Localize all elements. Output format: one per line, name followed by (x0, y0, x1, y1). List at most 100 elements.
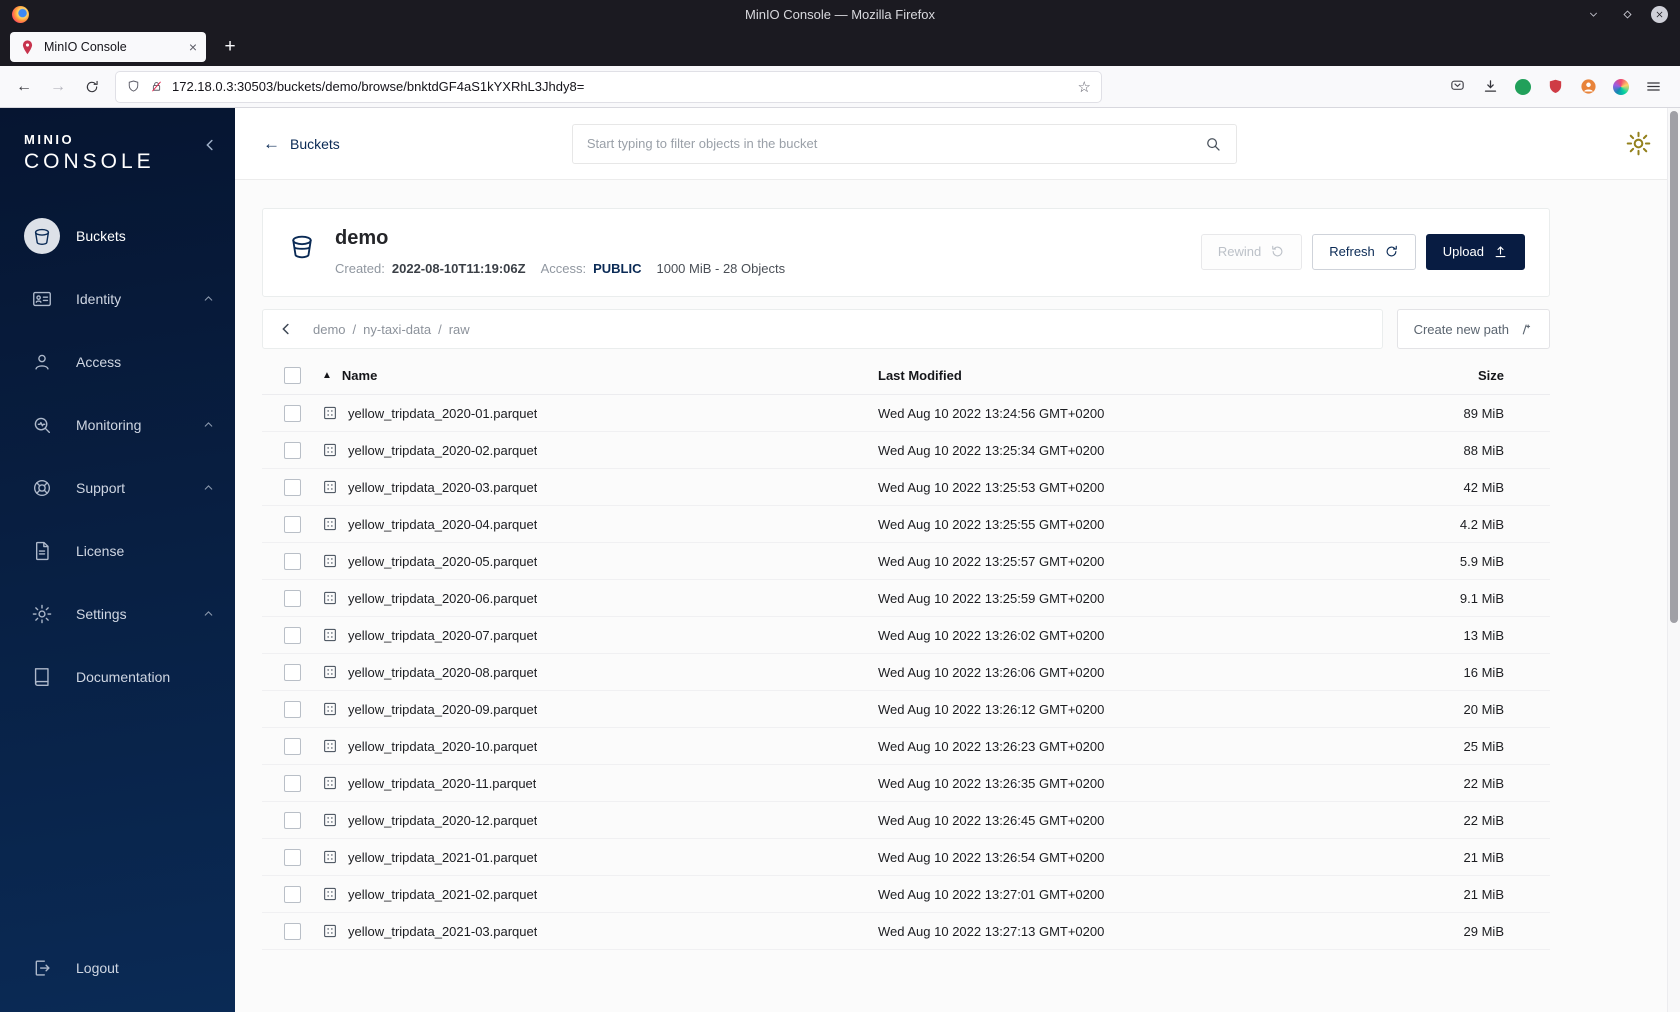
row-checkbox[interactable] (283, 922, 301, 940)
sidebar-item-settings[interactable]: Settings (0, 582, 235, 645)
forward-button[interactable]: → (44, 73, 72, 101)
object-row[interactable]: yellow_tripdata_2021-02.parquet Wed Aug … (262, 876, 1550, 913)
browser-toolbar: ← → 172.18.0.3:30503/buckets/demo/browse… (0, 66, 1680, 108)
column-header-name[interactable]: ▲ Name (322, 368, 878, 383)
ublock-shield-icon[interactable] (1547, 78, 1564, 95)
parquet-file-icon (322, 590, 338, 606)
new-tab-button[interactable]: + (216, 36, 244, 58)
breadcrumb-bucket[interactable]: demo (313, 322, 346, 337)
pocket-save-icon[interactable] (1449, 78, 1466, 95)
path-back-chevron-icon[interactable] (277, 320, 295, 338)
back-to-buckets-link[interactable]: ← Buckets (263, 134, 340, 154)
row-checkbox[interactable] (283, 515, 301, 533)
row-checkbox[interactable] (283, 774, 301, 792)
tab-close-icon[interactable]: × (189, 40, 197, 54)
sidebar-item-support[interactable]: Support (0, 456, 235, 519)
parquet-file-icon (322, 442, 338, 458)
object-name: yellow_tripdata_2020-04.parquet (348, 516, 538, 532)
object-filter-search[interactable] (571, 123, 1237, 164)
downloads-icon[interactable] (1482, 78, 1499, 95)
row-checkbox[interactable] (283, 811, 301, 829)
object-name: yellow_tripdata_2020-03.parquet (348, 479, 538, 495)
search-input[interactable] (586, 136, 1204, 151)
window-title: MinIO Console — Mozilla Firefox (745, 6, 935, 22)
breadcrumb-current[interactable]: raw (449, 322, 470, 337)
refresh-button[interactable]: Refresh (1312, 233, 1416, 270)
row-checkbox[interactable] (283, 626, 301, 644)
refresh-icon (1386, 245, 1397, 257)
tracking-protection-shield-icon[interactable] (126, 79, 141, 94)
object-row[interactable]: yellow_tripdata_2020-05.parquet Wed Aug … (262, 543, 1550, 580)
back-button[interactable]: ← (10, 73, 38, 101)
window-close-button[interactable] (1651, 5, 1668, 23)
url-text[interactable]: 172.18.0.3:30503/buckets/demo/browse/bnk… (172, 79, 1070, 94)
menu-hamburger-icon[interactable] (1645, 78, 1662, 95)
access-person-icon (24, 344, 60, 380)
row-checkbox[interactable] (283, 848, 301, 866)
object-last-modified: Wed Aug 10 2022 13:25:34 GMT+0200 (878, 442, 1105, 458)
parquet-file-icon (322, 849, 338, 865)
object-row[interactable]: yellow_tripdata_2020-03.parquet Wed Aug … (262, 469, 1550, 506)
object-row[interactable]: yellow_tripdata_2020-09.parquet Wed Aug … (262, 691, 1550, 728)
sidebar-collapse-chevron-icon[interactable] (201, 136, 219, 159)
url-bar[interactable]: 172.18.0.3:30503/buckets/demo/browse/bnk… (116, 71, 1101, 102)
object-size: 21 MiB (1463, 849, 1504, 865)
access-label: Access: (540, 261, 587, 276)
sidebar-item-buckets[interactable]: Buckets (0, 204, 235, 267)
bucket-summary-card: demo Created: 2022-08-10T11:19:06Z Acces… (262, 208, 1550, 297)
sidebar-item-documentation[interactable]: Documentation (0, 645, 235, 708)
upload-button[interactable]: Upload (1425, 233, 1525, 270)
row-checkbox[interactable] (283, 478, 301, 496)
scrollbar-thumb[interactable] (1670, 111, 1678, 623)
create-new-path-button[interactable]: Create new path (1396, 309, 1550, 349)
object-last-modified: Wed Aug 10 2022 13:25:57 GMT+0200 (878, 553, 1105, 569)
row-checkbox[interactable] (283, 663, 301, 681)
object-row[interactable]: yellow_tripdata_2020-11.parquet Wed Aug … (262, 765, 1550, 802)
row-checkbox[interactable] (283, 737, 301, 755)
sidebar-item-logout[interactable]: Logout (0, 946, 235, 990)
object-row[interactable]: yellow_tripdata_2020-08.parquet Wed Aug … (262, 654, 1550, 691)
row-checkbox[interactable] (283, 885, 301, 903)
row-checkbox[interactable] (283, 700, 301, 718)
object-name: yellow_tripdata_2020-02.parquet (348, 442, 538, 458)
object-last-modified: Wed Aug 10 2022 13:27:01 GMT+0200 (878, 886, 1105, 902)
object-row[interactable]: yellow_tripdata_2020-02.parquet Wed Aug … (262, 432, 1550, 469)
column-header-size: Size (1477, 368, 1504, 383)
object-row[interactable]: yellow_tripdata_2020-04.parquet Wed Aug … (262, 506, 1550, 543)
bucket-size-objects: 1000 MiB - 28 Objects (656, 261, 786, 276)
row-checkbox[interactable] (283, 404, 301, 422)
parquet-file-icon (322, 664, 338, 680)
sidebar-item-monitoring[interactable]: Monitoring (0, 393, 235, 456)
support-lifebuoy-icon (24, 470, 60, 506)
sidebar-item-license[interactable]: License (0, 519, 235, 582)
extension-green-icon[interactable] (1515, 78, 1531, 95)
parquet-file-icon (322, 627, 338, 643)
reload-button[interactable] (78, 73, 106, 101)
row-checkbox[interactable] (283, 589, 301, 607)
breadcrumb-folder[interactable]: ny-taxi-data (363, 322, 431, 337)
documentation-book-icon (24, 659, 60, 695)
object-row[interactable]: yellow_tripdata_2020-10.parquet Wed Aug … (262, 728, 1550, 765)
bookmark-star-icon[interactable]: ☆ (1078, 78, 1091, 96)
rewind-button[interactable]: Rewind (1200, 233, 1303, 270)
object-row[interactable]: yellow_tripdata_2021-03.parquet Wed Aug … (262, 913, 1550, 950)
object-row[interactable]: yellow_tripdata_2020-01.parquet Wed Aug … (262, 395, 1550, 432)
window-maximize-button[interactable] (1617, 4, 1637, 24)
sidebar-item-access[interactable]: Access (0, 330, 235, 393)
object-row[interactable]: yellow_tripdata_2020-06.parquet Wed Aug … (262, 580, 1550, 617)
row-checkbox[interactable] (283, 552, 301, 570)
insecure-lock-icon[interactable] (149, 79, 164, 94)
account-avatar-icon[interactable] (1580, 78, 1597, 95)
sidebar-item-identity[interactable]: Identity (0, 267, 235, 330)
row-checkbox[interactable] (283, 441, 301, 459)
browser-settings-gear-icon[interactable] (1625, 130, 1652, 157)
select-all-checkbox[interactable] (283, 367, 301, 384)
object-name: yellow_tripdata_2020-11.parquet (348, 775, 537, 791)
browser-tab-minio-console[interactable]: MinIO Console × (10, 32, 206, 62)
scrollbar-track[interactable] (1667, 108, 1680, 1012)
window-minimize-button[interactable] (1583, 4, 1603, 24)
extension-pinwheel-icon[interactable] (1613, 78, 1629, 95)
object-row[interactable]: yellow_tripdata_2021-01.parquet Wed Aug … (262, 839, 1550, 876)
object-row[interactable]: yellow_tripdata_2020-07.parquet Wed Aug … (262, 617, 1550, 654)
object-row[interactable]: yellow_tripdata_2020-12.parquet Wed Aug … (262, 802, 1550, 839)
